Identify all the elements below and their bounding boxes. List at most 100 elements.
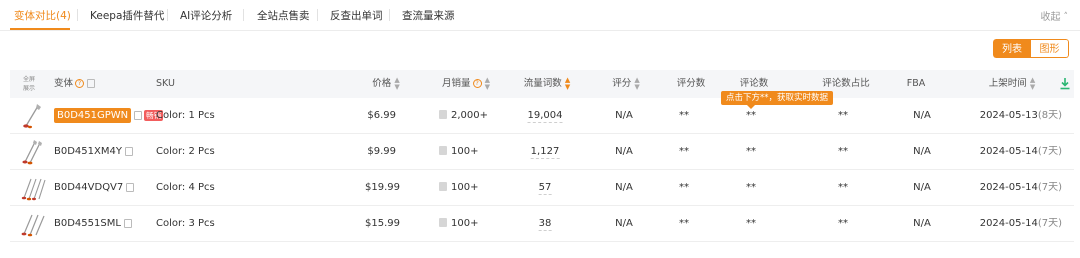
realtime-data-tooltip: 点击下方**，获取实时数据 [721, 91, 834, 109]
rating-count-cell[interactable]: ** [679, 170, 689, 206]
rating-count-cell[interactable]: ** [679, 206, 689, 242]
fba-cell: N/A [913, 146, 931, 157]
traffic-cell[interactable]: 19,004 [527, 98, 563, 134]
rating-count-cell[interactable]: ** [679, 134, 689, 170]
copy-icon[interactable] [87, 79, 96, 88]
header-monthly-sales-label: 月销量 [442, 78, 471, 89]
sku-cell: Color: 3 Pcs [156, 218, 215, 229]
fullscreen-label-line2: 展示 [23, 85, 36, 92]
traffic-cell[interactable]: 1,127 [530, 134, 560, 170]
header-rating-count: 评分数 [676, 78, 706, 89]
header-listing-date-label: 上架时间 [988, 78, 1027, 89]
traffic-cell[interactable]: 57 [538, 170, 552, 206]
collapse-button[interactable]: 收起 ˄ [1041, 8, 1069, 23]
copy-icon[interactable] [134, 110, 143, 120]
header-traffic-words[interactable]: 流量词数 ▲ ▼ [524, 70, 570, 98]
sort-icon[interactable]: ▲ ▼ [1030, 76, 1035, 91]
header-price[interactable]: 价格 ▲ ▼ [372, 70, 399, 98]
help-icon[interactable]: ? [75, 79, 85, 88]
price-cell: $9.99 [367, 146, 396, 157]
rating-cell: N/A [615, 146, 633, 157]
asin-link[interactable]: B0D4551SML [54, 218, 121, 229]
review-share-cell[interactable]: ** [838, 170, 848, 206]
variant-asin: B0D451XM4Y [54, 134, 133, 170]
chart-icon[interactable] [439, 181, 447, 191]
active-tab-indicator [10, 28, 70, 30]
header-rating[interactable]: 评分 ▲ ▼ [612, 70, 639, 98]
help-icon[interactable]: ? [472, 79, 482, 88]
traffic-value: 38 [538, 218, 552, 231]
reviews-cell[interactable]: ** [746, 170, 756, 206]
table-row: B0D4551SML Color: 3 Pcs $15.99 100+ 38 N… [10, 206, 1074, 242]
product-thumbnail[interactable] [21, 174, 47, 202]
listing-age: (7天) [1037, 218, 1062, 229]
listing-date: 2024-05-14 [979, 146, 1038, 157]
sales-cell: 100+ [439, 170, 478, 206]
header-listing-date[interactable]: 上架时间 ▲ ▼ [989, 70, 1035, 98]
reviews-cell[interactable]: ** [746, 206, 756, 242]
review-share-cell[interactable]: ** [838, 134, 848, 170]
listing-age: (8天) [1037, 110, 1062, 121]
sort-icon[interactable]: ▲ ▼ [394, 76, 399, 91]
sku-cell: Color: 1 Pcs [156, 110, 215, 121]
sales-value: 100+ [451, 218, 479, 229]
sales-cell: 2,000+ [439, 98, 488, 134]
chart-icon[interactable] [439, 145, 447, 155]
header-traffic-words-label: 流量词数 [523, 78, 562, 89]
download-icon[interactable] [1060, 78, 1070, 90]
rating-cell: N/A [615, 218, 633, 229]
asin-link[interactable]: B0D451GPWN [54, 108, 132, 123]
product-thumbnail[interactable] [21, 210, 47, 238]
copy-icon[interactable] [124, 146, 133, 156]
header-price-label: 价格 [372, 78, 392, 89]
fba-cell: N/A [913, 110, 931, 121]
listing-date: 2024-05-14 [979, 182, 1038, 193]
sort-icon[interactable]: ▲ ▼ [485, 76, 490, 91]
tab-reverse-keywords[interactable]: 反查出单词 [330, 8, 383, 23]
tab-ai-review-analysis[interactable]: AI评论分析 [180, 8, 232, 23]
product-thumbnail[interactable] [21, 102, 47, 130]
traffic-cell[interactable]: 38 [538, 206, 552, 242]
fullscreen-label-line1: 全屏 [23, 76, 36, 83]
sort-icon[interactable]: ▲ ▼ [565, 76, 570, 91]
chart-icon[interactable] [439, 109, 447, 119]
review-share-cell[interactable]: ** [838, 98, 848, 134]
table-row: B0D44VDQV7 Color: 4 Pcs $19.99 100+ 57 N… [10, 170, 1074, 206]
collapse-label: 收起 [1040, 12, 1061, 23]
tab-traffic-source[interactable]: 查流量来源 [402, 8, 455, 23]
chart-icon[interactable] [439, 217, 447, 227]
reviews-cell[interactable]: ** [746, 134, 756, 170]
sort-icon[interactable]: ▲ ▼ [634, 76, 639, 91]
sku-cell: Color: 4 Pcs [156, 182, 215, 193]
asin-link[interactable]: B0D44VDQV7 [54, 182, 123, 193]
copy-icon[interactable] [123, 218, 132, 228]
asin-link[interactable]: B0D451XM4Y [54, 146, 122, 157]
sales-value: 100+ [451, 146, 479, 157]
copy-icon[interactable] [126, 182, 135, 192]
tab-all-sites[interactable]: 全站点售卖 [257, 8, 310, 23]
rating-count-cell[interactable]: ** [679, 98, 689, 134]
traffic-value: 1,127 [530, 146, 560, 159]
sales-value: 100+ [451, 182, 479, 193]
product-thumbnail[interactable] [21, 138, 47, 166]
variant-asin: B0D44VDQV7 [54, 170, 135, 206]
listing-date-cell: 2024-05-14(7天) [980, 206, 1062, 242]
tab-keepa-replacement[interactable]: Keepa插件替代 [90, 8, 164, 23]
tab-divider [77, 9, 78, 21]
chart-view-button[interactable]: 图形 [1031, 39, 1069, 58]
header-rating-label: 评分 [612, 78, 632, 89]
header-fba: FBA [906, 78, 926, 89]
sales-cell: 100+ [439, 206, 478, 242]
tab-variant-compare[interactable]: 变体对比(4) [14, 8, 71, 23]
sales-value: 2,000+ [451, 110, 489, 121]
tab-bar: 变体对比(4) Keepa插件替代 AI评论分析 全站点售卖 反查出单词 查流量… [0, 0, 1080, 31]
listing-date: 2024-05-14 [979, 218, 1038, 229]
listing-date-cell: 2024-05-13(8天) [980, 98, 1062, 134]
price-cell: $19.99 [365, 182, 400, 193]
header-sku: SKU [156, 78, 175, 89]
table-header: 全屏 展示 变体? SKU 价格 ▲ ▼ 月销量? ▲ ▼ 流量词数 ▲ ▼ 评分 ▲ ▼ 评分… [10, 70, 1074, 98]
header-monthly-sales[interactable]: 月销量? ▲ ▼ [442, 70, 490, 98]
review-share-cell[interactable]: ** [838, 206, 848, 242]
fullscreen-button[interactable]: 全屏 展示 [23, 75, 35, 93]
list-view-button[interactable]: 列表 [993, 39, 1031, 58]
